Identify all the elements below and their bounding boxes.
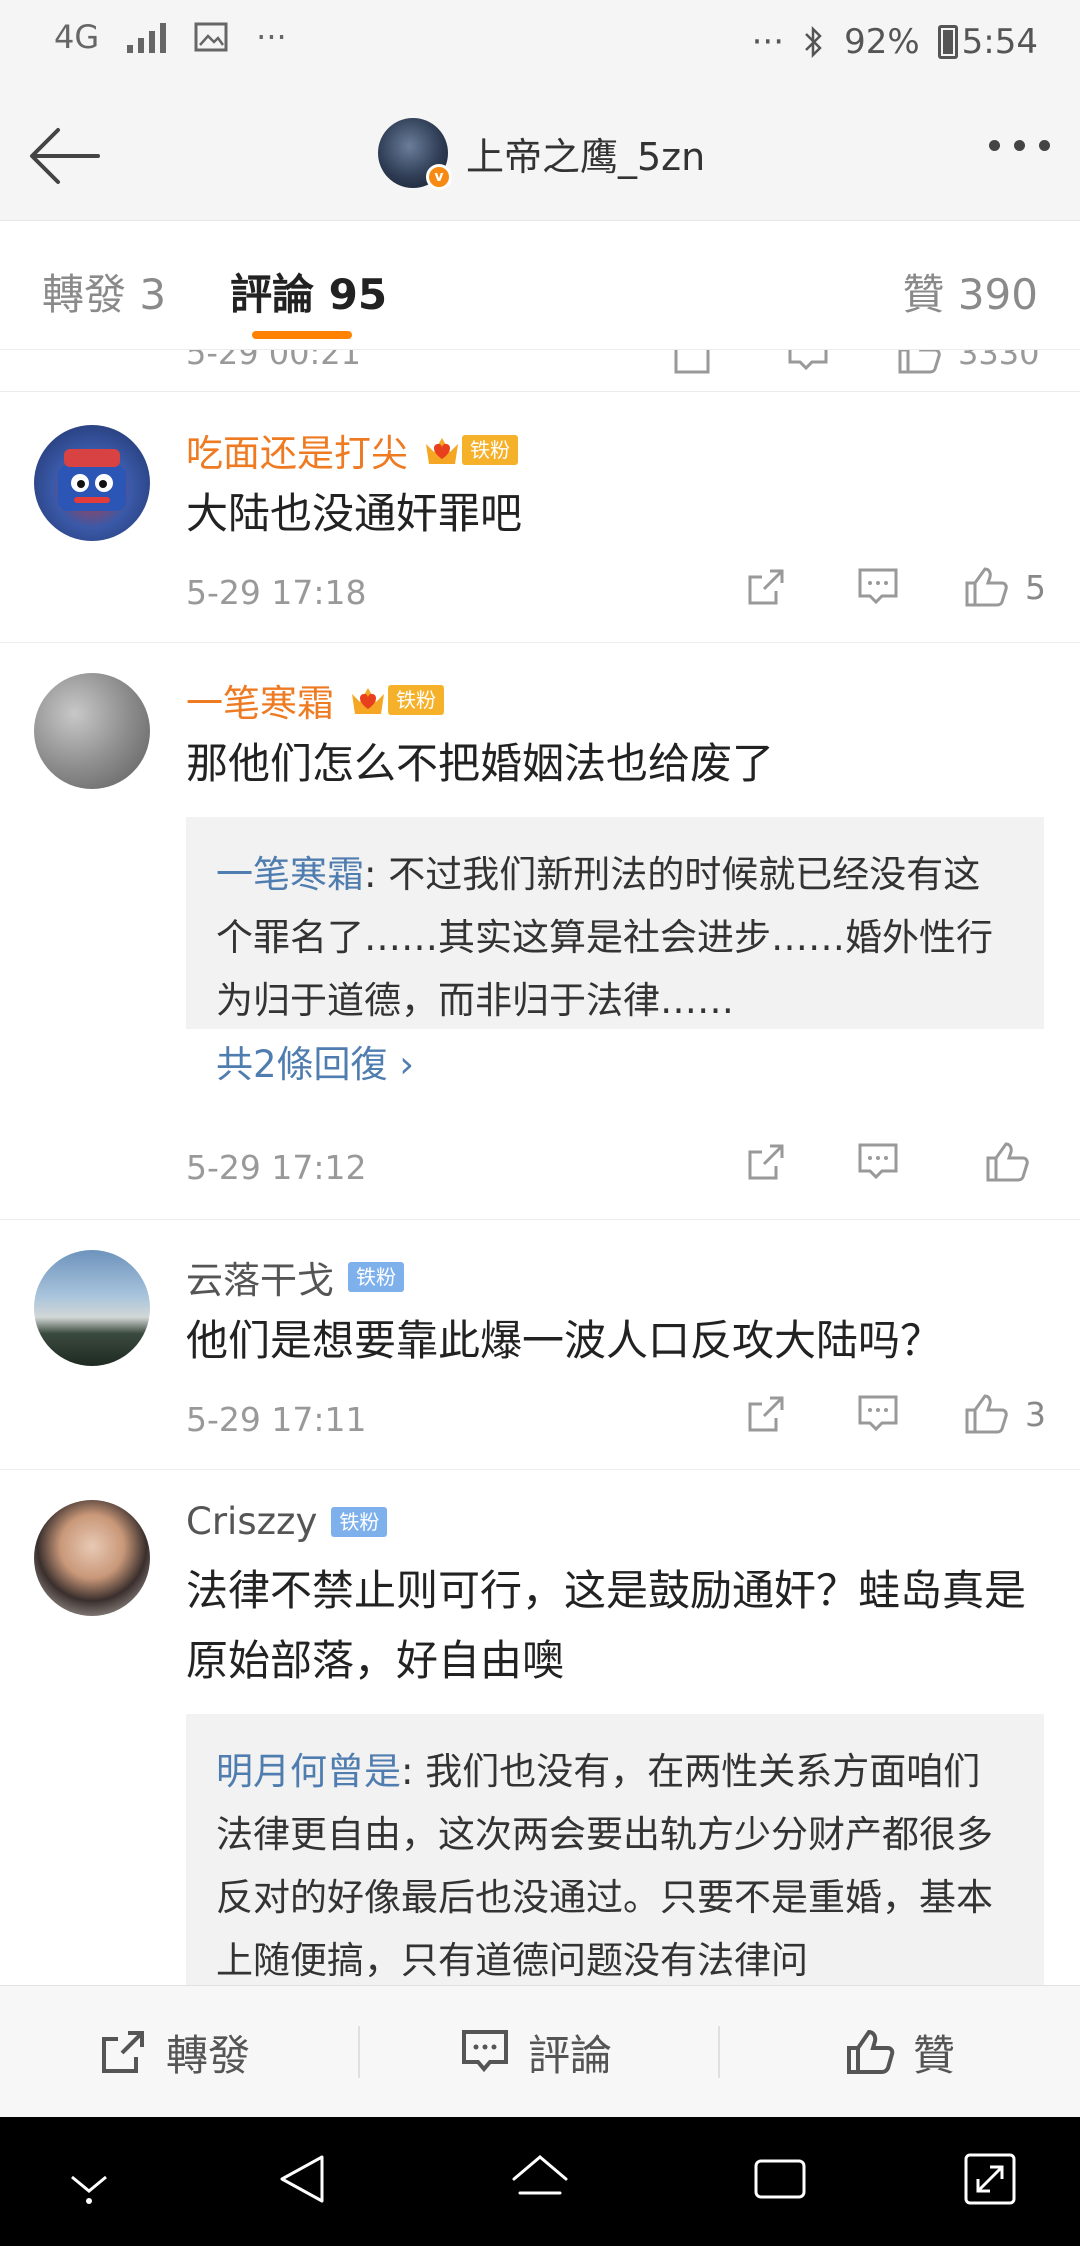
share-button[interactable] [710, 1392, 822, 1436]
crown-icon [352, 688, 384, 714]
comment-item: 一笔寒霜 铁粉 那他们怎么不把婚姻法也给废了 一笔寒霜: 不过我们新刑法的时候就… [0, 643, 1080, 1220]
reply-icon [858, 1143, 898, 1180]
crown-icon [426, 438, 458, 464]
reply-icon[interactable] [786, 350, 830, 376]
status-bar: 4G ··· ··· 92% 5:54 [0, 0, 1080, 90]
image-notification-icon [194, 22, 228, 52]
share-icon [748, 569, 784, 605]
rotate-screen-icon[interactable] [960, 2149, 1020, 2209]
more-notifications-icon: ··· [256, 18, 287, 56]
comment-time: 5-29 17:12 [186, 1148, 367, 1187]
reply-text: 明月何曾是: 我们也没有，在两性关系方面咱们法律更自由，这次两会要出轨方少分财产… [216, 1750, 993, 1982]
reply-button[interactable] [822, 566, 934, 608]
comment-text: 他们是想要靠此爆一波人口反攻大陆吗？ [186, 1316, 943, 1365]
like-count: 3 [1025, 1394, 1046, 1434]
clock: 5:54 [961, 22, 1038, 62]
commenter-avatar[interactable] [34, 1250, 150, 1366]
battery-icon [937, 25, 958, 59]
divider [718, 2026, 720, 2078]
comment-button[interactable]: 評論 [460, 1986, 612, 2118]
status-overflow: ··· [751, 22, 785, 62]
reply-preview[interactable]: 明月何曾是: 我们也没有，在两性关系方面咱们法律更自由，这次两会要出轨方少分财产… [186, 1714, 1044, 1985]
commenter-name[interactable]: Criszzy [186, 1500, 317, 1543]
repost-icon [102, 2031, 144, 2073]
commenter-avatar[interactable] [34, 1500, 150, 1616]
share-button[interactable] [710, 1140, 822, 1184]
reply-button[interactable] [822, 1141, 934, 1183]
reply-icon [858, 568, 898, 605]
back-arrow-icon[interactable] [26, 116, 106, 196]
active-tab-indicator [252, 331, 352, 339]
comment-text: 大陆也没通奸罪吧 [186, 489, 523, 538]
comment-item: 吃面还是打尖 铁粉 大陆也没通奸罪吧 5-29 17:18 5 [0, 393, 1080, 643]
comment-icon [462, 2030, 508, 2073]
tab-reposts[interactable]: 轉發 3 [42, 261, 166, 322]
fan-badge: 铁粉 [422, 432, 518, 468]
commenter-name[interactable]: 一笔寒霜 [186, 673, 334, 727]
fan-badge: 铁粉 [331, 1504, 388, 1540]
partial-comment-footer: 5-29 00:21 3330 [0, 350, 1080, 392]
repost-button[interactable]: 轉發 [98, 1986, 250, 2118]
commenter-avatar[interactable] [34, 673, 150, 789]
reply-author[interactable]: 一笔寒霜 [216, 853, 364, 896]
share-icon[interactable] [672, 350, 716, 376]
avatar-train-image [58, 449, 126, 511]
header-avatar[interactable]: v [378, 118, 452, 190]
bottom-action-bar: 轉發 評論 贊 [0, 1985, 1080, 2117]
comment-item: 云落干戈 铁粉 他们是想要靠此爆一波人口反攻大陆吗？ 5-29 17:11 3 [0, 1220, 1080, 1470]
comment-time: 5-29 17:11 [186, 1400, 367, 1439]
view-replies-link[interactable]: 共2條回復 › [216, 1034, 1014, 1088]
top-navigation: v 上帝之鹰_5zn [0, 90, 1080, 220]
fan-badge: 铁粉 [348, 682, 444, 718]
like-button[interactable]: 5 [934, 565, 1046, 609]
like-button[interactable]: 贊 [845, 1986, 955, 2118]
like-icon [965, 567, 1008, 607]
bluetooth-icon [805, 25, 822, 59]
like-button[interactable] [934, 1140, 1046, 1184]
comment-time: 5-29 00:21 [186, 350, 362, 372]
divider [358, 2026, 360, 2078]
system-navigation-bar [0, 2117, 1080, 2246]
like-icon[interactable] [896, 350, 942, 376]
battery-percent: 92% [844, 22, 920, 62]
fan-badge: 铁粉 [348, 1259, 404, 1295]
comment-text: 那他们怎么不把婚姻法也给废了 [186, 739, 775, 788]
tab-bar: 轉發 3 評論 95 贊 390 [0, 220, 1080, 350]
tab-likes[interactable]: 贊 390 [902, 261, 1038, 322]
tab-comments[interactable]: 評論 95 [230, 261, 387, 322]
like-count: 3330 [958, 350, 1040, 372]
share-icon [748, 1144, 784, 1180]
comment-text: 法律不禁止则可行，这是鼓励通奸？蛙岛真是原始部落，好自由噢 [186, 1566, 1027, 1685]
header-user[interactable]: v 上帝之鹰_5zn [378, 118, 705, 190]
like-icon [986, 1142, 1029, 1182]
home-icon[interactable] [508, 2149, 572, 2209]
signal-icon [127, 21, 167, 53]
more-options-icon[interactable] [989, 140, 1050, 151]
network-indicator: 4G [54, 18, 100, 56]
hide-keyboard-icon[interactable] [62, 2167, 116, 2207]
like-icon [965, 1394, 1008, 1434]
like-button[interactable]: 3 [934, 1392, 1046, 1436]
share-button[interactable] [710, 565, 822, 609]
reply-preview[interactable]: 一笔寒霜: 不过我们新刑法的时候就已经没有这个罪名了……其实这算是社会进步……婚… [186, 817, 1044, 1086]
like-count: 5 [1025, 567, 1046, 607]
commenter-name[interactable]: 吃面还是打尖 [186, 423, 408, 477]
header-username[interactable]: 上帝之鹰_5zn [466, 126, 705, 181]
reply-text: 一笔寒霜: 不过我们新刑法的时候就已经没有这个罪名了……其实这算是社会进步……婚… [216, 853, 993, 1022]
verified-badge-icon: v [426, 164, 452, 190]
comment-item: Criszzy 铁粉 法律不禁止则可行，这是鼓励通奸？蛙岛真是原始部落，好自由噢… [0, 1470, 1080, 1985]
comment-time: 5-29 17:18 [186, 573, 367, 612]
reply-author[interactable]: 明月何曾是 [216, 1750, 401, 1793]
share-icon [748, 1396, 784, 1432]
commenter-name[interactable]: 云落干戈 [186, 1250, 334, 1304]
reply-icon [858, 1395, 898, 1432]
back-icon[interactable] [272, 2149, 332, 2209]
recent-apps-icon[interactable] [750, 2149, 810, 2209]
like-icon [847, 2029, 895, 2074]
commenter-avatar[interactable] [34, 425, 150, 541]
reply-button[interactable] [822, 1393, 934, 1435]
